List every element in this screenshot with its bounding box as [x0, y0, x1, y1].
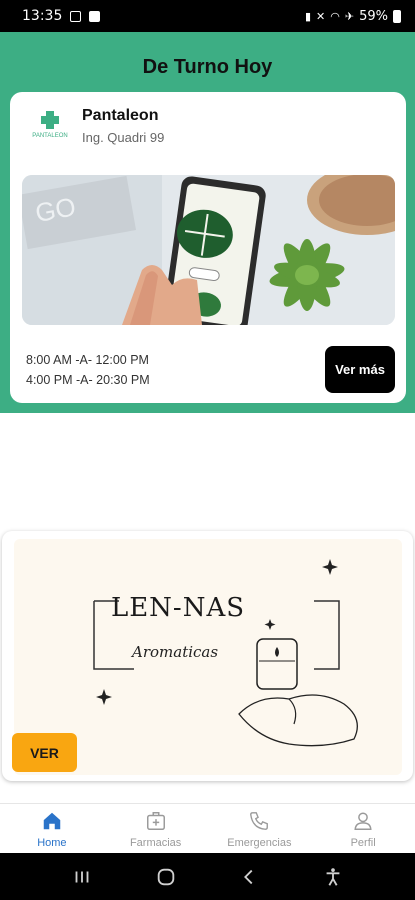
user-icon: [354, 812, 372, 830]
status-time: 13:35: [22, 8, 63, 24]
pharmacy-logo: PANTALEON: [24, 110, 76, 140]
status-left: 13:35: [22, 8, 101, 24]
battery-icon: [393, 9, 401, 23]
gallery-notification-icon: [70, 10, 82, 22]
banner-subtitle: Aromaticas: [132, 643, 219, 661]
system-navigation-bar: [0, 853, 415, 900]
nav-item-farmacias[interactable]: Farmacias: [104, 804, 208, 853]
ver-button[interactable]: VER: [12, 733, 77, 772]
nav-item-home[interactable]: Home: [0, 804, 104, 853]
mute-icon: ✕: [316, 9, 326, 23]
nav-label-farmacias: Farmacias: [129, 837, 182, 849]
ver-mas-button[interactable]: Ver más: [325, 346, 395, 393]
vibrate-icon: ▮: [304, 9, 312, 23]
battery-percent: 59%: [359, 8, 388, 24]
banner-ad[interactable]: LEN-NAS Aromaticas VER: [2, 531, 413, 781]
status-right: ▮ ✕ ◠ ✈ 59%: [305, 9, 401, 24]
nav-label-home: Home: [37, 837, 67, 849]
bottom-navigation: Home Farmacias Emergencias Perfil: [0, 803, 415, 853]
page-title: De Turno Hoy: [142, 56, 273, 78]
airplane-icon: ✈: [344, 9, 355, 23]
wifi-icon: ◠: [330, 9, 340, 23]
nav-label-perfil: Perfil: [350, 837, 376, 849]
recent-apps-icon[interactable]: [71, 866, 93, 888]
phone-icon: [250, 812, 269, 830]
nav-label-emergencias: Emergencias: [227, 837, 292, 849]
pharmacy-name: Pantaleon: [82, 107, 159, 124]
app-notification-icon: [89, 10, 101, 22]
home-button-icon[interactable]: [155, 866, 177, 888]
home-icon: [43, 812, 61, 830]
back-icon[interactable]: [238, 866, 260, 888]
pharmacy-hours-afternoon: 4:00 PM -A- 20:30 PM: [26, 373, 150, 387]
app-screen: 13:35 ▮ ✕ ◠ ✈ 59% De Turno Hoy PANTALEON…: [0, 0, 415, 900]
first-aid-kit-icon: [146, 812, 165, 830]
nav-item-perfil[interactable]: Perfil: [311, 804, 415, 853]
accessibility-icon[interactable]: [322, 866, 344, 888]
pharmacy-card[interactable]: PANTALEON Pantaleon Ing. Quadri 99 GO 8:…: [10, 92, 406, 403]
pharmacy-hours-morning: 8:00 AM -A- 12:00 PM: [26, 353, 149, 367]
pharmacy-logo-text: PANTALEON: [32, 133, 67, 139]
banner-title: LEN-NAS: [110, 593, 246, 623]
nav-item-emergencias[interactable]: Emergencias: [208, 804, 312, 853]
status-bar: 13:35 ▮ ✕ ◠ ✈ 59%: [0, 0, 415, 32]
pharmacy-photo: GO: [22, 175, 395, 325]
pharmacy-address: Ing. Quadri 99: [82, 130, 165, 145]
